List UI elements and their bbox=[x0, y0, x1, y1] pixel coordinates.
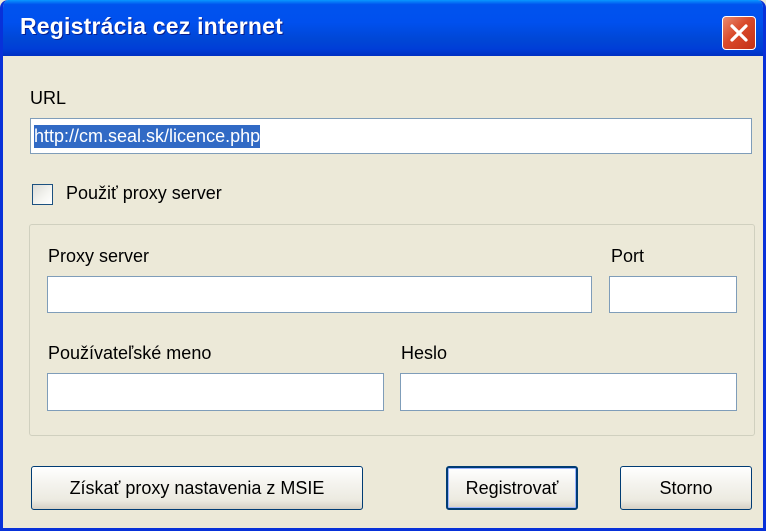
port-input[interactable] bbox=[609, 276, 737, 313]
username-input[interactable] bbox=[47, 373, 384, 411]
password-label: Heslo bbox=[401, 343, 448, 363]
url-input[interactable]: http://cm.seal.sk/licence.php bbox=[30, 118, 752, 154]
dialog-window: Registrácia cez internet URL http://cm.s… bbox=[0, 0, 766, 531]
use-proxy-label[interactable]: Použiť proxy server bbox=[66, 183, 222, 204]
use-proxy-checkbox[interactable] bbox=[32, 184, 53, 205]
proxy-server-label: Proxy server bbox=[48, 246, 150, 266]
window-title: Registrácia cez internet bbox=[20, 13, 284, 39]
password-input[interactable] bbox=[400, 373, 737, 411]
username-label: Používateľské meno bbox=[48, 343, 212, 363]
register-button[interactable]: Registrovať bbox=[446, 466, 578, 510]
title-bar[interactable]: Registrácia cez internet bbox=[3, 0, 763, 56]
proxy-server-input[interactable] bbox=[47, 276, 592, 313]
close-icon bbox=[730, 24, 748, 42]
url-value: http://cm.seal.sk/licence.php bbox=[34, 124, 261, 148]
cancel-button[interactable]: Storno bbox=[620, 466, 752, 510]
port-label: Port bbox=[611, 246, 645, 266]
get-proxy-settings-button[interactable]: Získať proxy nastavenia z MSIE bbox=[31, 466, 363, 510]
url-label: URL bbox=[30, 88, 67, 108]
close-button[interactable] bbox=[722, 16, 756, 50]
